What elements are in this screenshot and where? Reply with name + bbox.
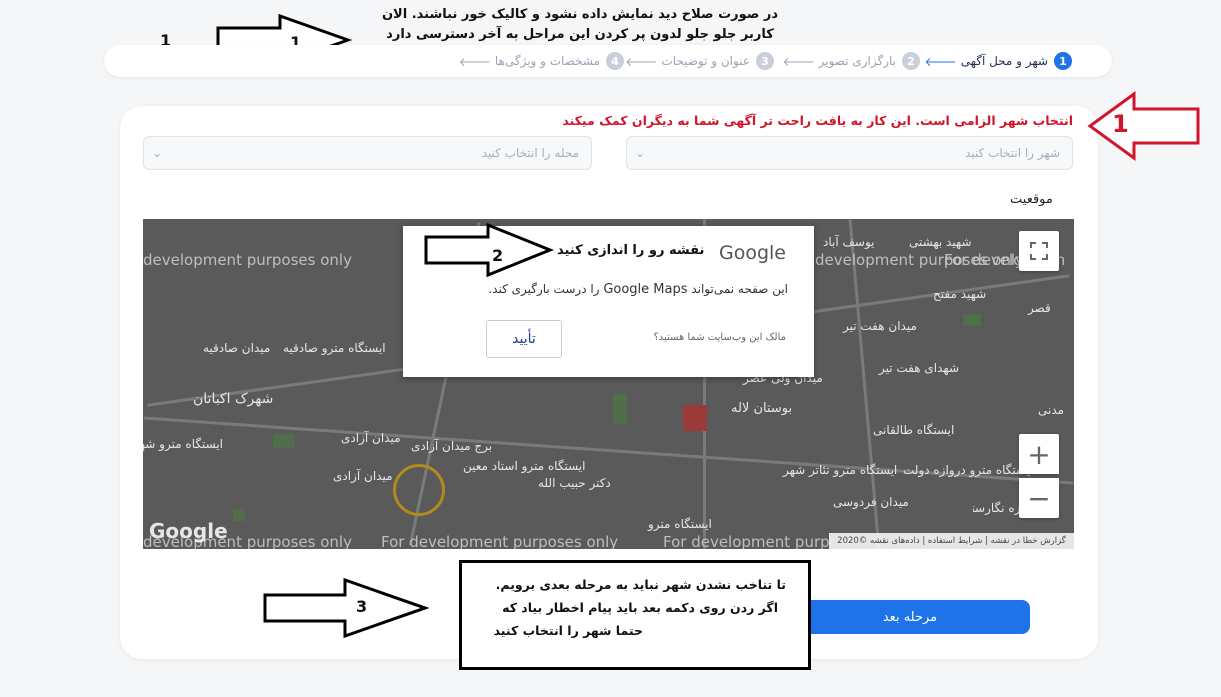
annotation-box-3-line2: اگر ردن روی دکمه بعد باید پیام اخطار بیا… (502, 600, 778, 615)
map-label: ایستگاه مترو دروازه دولت (903, 463, 1034, 477)
step-number: 4 (606, 52, 624, 70)
map-label: ایستگاه مترو شهرک آزادی (143, 437, 223, 451)
dialog-message-post: را درست بارگیری کند. (488, 282, 600, 296)
chevron-down-icon: ⌄ (152, 146, 163, 160)
step-number: 2 (902, 52, 920, 70)
map-label: یوسف آباد (823, 235, 875, 249)
annotation-box-3-line3: حتما شهر را انتخاب کنید (493, 623, 643, 638)
step-title[interactable]: 3 عنوان و توضیحات 🡐 (625, 52, 774, 70)
map-label: میدان فردوسی (833, 495, 909, 509)
map-label: میدان آزادی (341, 431, 401, 445)
map-label: شهید مفتح (933, 287, 987, 301)
zoom-in-button[interactable]: + (1019, 434, 1059, 474)
next-step-button[interactable]: مرحله بعد (790, 600, 1030, 634)
map-dev-text: For development purposes only (663, 533, 831, 549)
annotation-red-note: انتخاب شهر الزامی است. این کار به یافت ر… (562, 113, 1073, 128)
map-label: ایستگاه مترو تئاتر شهر (783, 463, 898, 477)
map-attribution[interactable]: گزارش خطا در نقشه | شرایط استفاده | داده… (829, 533, 1074, 549)
city-select-placeholder: شهر را انتخاب کنید (964, 146, 1060, 160)
map-landmark (683, 405, 707, 431)
map-label: شهید بهشتی (909, 235, 972, 249)
google-logo: Google (149, 519, 228, 543)
map-label: بوستان لاله (731, 401, 793, 416)
map-label: دکتر حبیب الله (538, 476, 611, 490)
annotation-box-3-line1: تا تناخب نشدن شهر نباید به مرحله بعدی بر… (495, 577, 786, 592)
fullscreen-button[interactable] (1019, 231, 1059, 271)
map-label: قصر (1028, 301, 1051, 315)
dialog-message-pre: این صفحه نمی‌تواند (691, 282, 788, 296)
arrow-left-icon: 🡐 (625, 54, 658, 69)
map-label: میدان آزادی (333, 469, 393, 483)
step-city[interactable]: 1 شهر و محل آگهی 🡐 (925, 52, 1072, 70)
annotation-arrow-3 (263, 577, 429, 639)
map-label: مدنی (1038, 403, 1065, 417)
annotation-note-top: در صورت صلاح دید نمایش داده نشود و کالیک… (370, 5, 790, 45)
dialog-message: این صفحه نمی‌تواند Google Maps را درست ب… (488, 282, 788, 297)
fullscreen-icon (1030, 242, 1048, 260)
arrow-left-icon: 🡐 (782, 54, 815, 69)
district-select-placeholder: محله را انتخاب کنید (481, 146, 579, 160)
map-azadi-square (393, 464, 445, 516)
map-label: برج میدان آزادی (411, 439, 493, 453)
map-label: ایستگاه طالقانی (873, 423, 955, 437)
map-park (273, 434, 295, 448)
step-label: شهر و محل آگهی (960, 54, 1048, 68)
step-number: 3 (756, 52, 774, 70)
city-select[interactable]: شهر را انتخاب کنید ⌄ (626, 136, 1073, 170)
arrow-left-icon: 🡐 (924, 54, 957, 69)
annotation-red-arrow-label: 1 (1112, 110, 1129, 138)
step-features[interactable]: 4 مشخصات و ویژگی‌ها 🡐 (459, 52, 624, 70)
map-park (613, 394, 627, 424)
stepper-bar: 1 شهر و محل آگهی 🡐 2 بارگزاری تصویر 🡐 3 … (104, 45, 1112, 77)
map-label: ایستگاه مترو استاد معین (463, 459, 586, 473)
map-label: ایستگاه مترو (648, 517, 712, 531)
location-label: موقعیت (1010, 192, 1053, 207)
map-label: شهرک اکباتان (193, 391, 274, 407)
annotation-box-3: تا تناخب نشدن شهر نباید به مرحله بعدی بر… (459, 560, 811, 670)
annotation-arrow-2-text: نقشه رو را اندازی کنید (557, 243, 705, 258)
map-label: میدان صادقیه (203, 341, 271, 355)
dialog-message-brand: Google Maps (603, 282, 688, 297)
annotation-arrow-3-label: 3 (356, 597, 368, 616)
district-select[interactable]: محله را انتخاب کنید ⌄ (143, 136, 592, 170)
annotation-note-line2: کاربر جلو جلو لدون پر کردن این مراحل به … (386, 27, 774, 42)
arrow-left-icon: 🡐 (458, 54, 491, 69)
step-images[interactable]: 2 بارگزاری تصویر 🡐 (782, 52, 920, 70)
map-label: میدان هفت تیر (843, 319, 917, 333)
map-park (963, 314, 981, 326)
ok-button[interactable]: تأیید (486, 320, 562, 358)
step-label: عنوان و توضیحات (661, 54, 750, 68)
step-label: مشخصات و ویژگی‌ها (494, 54, 600, 68)
map-label: شهدای هفت تیر (879, 361, 960, 375)
step-label: بارگزاری تصویر (818, 54, 896, 68)
step-number: 1 (1054, 52, 1072, 70)
annotation-red-arrow (1087, 91, 1200, 161)
annotation-note-line1: در صورت صلاح دید نمایش داده نشود و کالیک… (381, 7, 779, 22)
map-park (233, 509, 245, 521)
zoom-out-button[interactable]: − (1019, 478, 1059, 518)
chevron-down-icon: ⌄ (635, 146, 646, 160)
annotation-arrow-2-label: 2 (492, 246, 504, 265)
map-label: ایستگاه مترو صادقیه (283, 341, 386, 355)
map-dev-text: development purposes only (143, 251, 352, 269)
dialog-owner-question: مالک این وب‌سایت شما هستید؟ (653, 332, 786, 343)
annotation-arrow-2 (424, 223, 554, 277)
map-dev-text: For development purposes only (381, 533, 619, 549)
google-wordmark: Google (718, 242, 786, 264)
